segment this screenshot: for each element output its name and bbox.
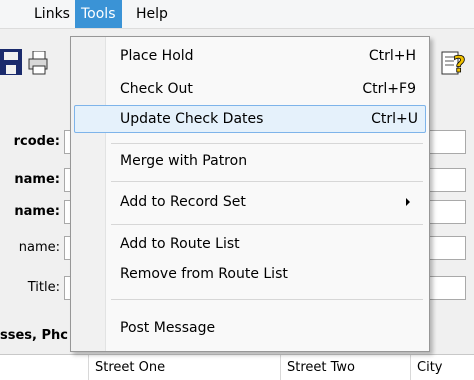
menu-tools[interactable]: Tools xyxy=(75,0,122,28)
menu-item-label: Check Out xyxy=(120,81,193,97)
middle-name-label: name: xyxy=(18,240,60,255)
help-icon[interactable]: ? xyxy=(440,48,470,82)
save-icon[interactable] xyxy=(0,49,24,81)
menu-help[interactable]: Help xyxy=(130,0,174,28)
menu-item-add-to-record-set[interactable]: Add to Record Set xyxy=(74,188,424,216)
menu-item-check-out[interactable]: Check Out Ctrl+F9 xyxy=(74,75,424,103)
addresses-section-label: sses, Phc xyxy=(0,328,68,343)
address-grid-header: Street One Street Two City xyxy=(0,354,474,380)
menu-separator xyxy=(111,224,423,225)
svg-text:?: ? xyxy=(453,53,466,78)
tools-menu-dropdown: Place Hold Ctrl+H Check Out Ctrl+F9 Upda… xyxy=(70,36,430,352)
column-street-two[interactable]: Street Two xyxy=(280,355,411,380)
menu-item-update-check-dates[interactable]: Update Check Dates Ctrl+U xyxy=(74,105,426,133)
column-city[interactable]: City xyxy=(410,355,474,380)
menu-bar: Links Tools Help xyxy=(0,0,474,29)
menu-links[interactable]: Links xyxy=(28,0,76,28)
column-street-one[interactable]: Street One xyxy=(88,355,281,380)
menu-item-post-message[interactable]: Post Message xyxy=(74,314,424,342)
menu-item-shortcut: Ctrl+U xyxy=(371,111,418,127)
menu-item-label: Add to Route List xyxy=(120,236,240,252)
title-label: Title: xyxy=(27,280,60,295)
menu-item-merge-with-patron[interactable]: Merge with Patron xyxy=(74,147,424,175)
last-name-label: name: xyxy=(14,172,60,187)
menu-separator xyxy=(111,181,423,182)
submenu-arrow-icon xyxy=(406,198,410,206)
menu-item-label: Place Hold xyxy=(120,48,194,64)
first-name-label: name: xyxy=(14,204,60,219)
menu-item-shortcut: Ctrl+H xyxy=(368,48,416,64)
menu-item-add-to-route-list[interactable]: Add to Route List xyxy=(74,230,424,258)
menu-item-shortcut: Ctrl+F9 xyxy=(362,81,416,97)
menu-separator xyxy=(111,143,423,144)
menu-item-label: Merge with Patron xyxy=(120,153,248,169)
menu-separator xyxy=(111,299,423,300)
menu-item-remove-from-route-list[interactable]: Remove from Route List xyxy=(74,260,424,288)
menu-item-place-hold[interactable]: Place Hold Ctrl+H xyxy=(74,42,424,70)
menu-item-label: Remove from Route List xyxy=(120,266,288,282)
menu-item-label: Update Check Dates xyxy=(120,111,264,127)
menu-item-label: Add to Record Set xyxy=(120,194,246,210)
print-icon[interactable] xyxy=(28,50,48,79)
menu-item-label: Post Message xyxy=(120,320,216,336)
barcode-label: rcode: xyxy=(13,134,60,149)
